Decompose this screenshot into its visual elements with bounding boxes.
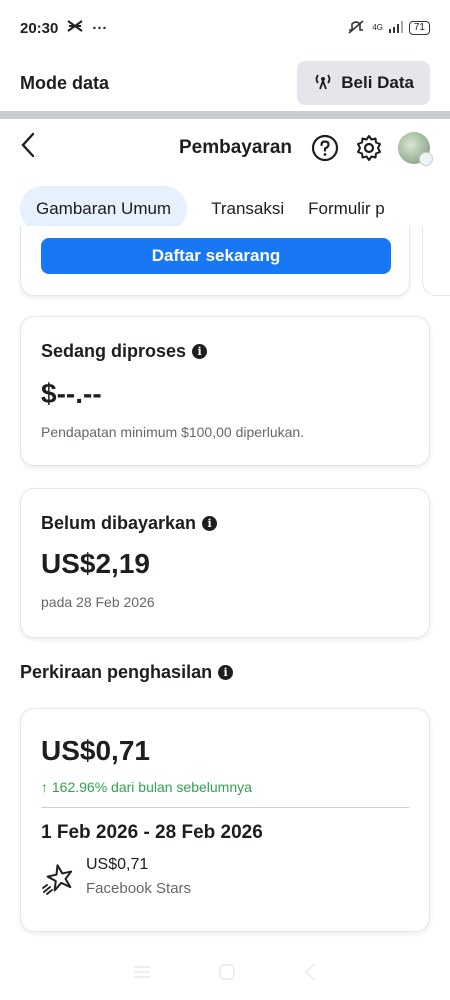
processing-title-row: Sedang diproses i [41, 341, 409, 362]
estimate-period: 1 Feb 2026 - 28 Feb 2026 [41, 822, 263, 843]
estimate-section-title-row: Perkiraan penghasilan i [20, 662, 234, 683]
processing-note: Pendapatan minimum $100,00 diperlukan. [41, 424, 305, 440]
next-card-edge [422, 226, 450, 296]
gear-icon[interactable] [354, 133, 384, 163]
signal-icon [388, 20, 403, 36]
network-type: 4G [372, 23, 383, 32]
more-notifications-icon: ··· [92, 19, 108, 37]
estimate-card: US$0,71 ↑ 162.96% dari bulan sebelumnya … [20, 708, 430, 932]
unpaid-title-row: Belum dibayarkan i [41, 513, 409, 534]
info-icon[interactable]: i [192, 344, 208, 359]
stars-amount: US$0,71 [86, 856, 149, 873]
processing-title: Sedang diproses [41, 341, 187, 361]
stars-label: Facebook Stars [86, 880, 192, 897]
signup-button[interactable]: Daftar sekarang [41, 238, 391, 274]
page-title: Pembayaran [178, 137, 292, 158]
stars-details: US$0,71 Facebook Stars [86, 856, 191, 897]
info-icon[interactable]: i [202, 516, 218, 531]
data-mode-title: Mode data [20, 72, 110, 93]
nav-back-icon[interactable] [302, 962, 318, 992]
processing-amount: $--.-- [41, 378, 102, 409]
broadcast-icon [313, 72, 333, 95]
nav-menu-icon[interactable] [132, 962, 152, 992]
unpaid-title: Belum dibayarkan [41, 513, 197, 533]
system-nav-bar [0, 962, 450, 992]
data-mode-bar: Mode data Beli Data [0, 56, 450, 110]
unpaid-date: pada 28 Feb 2026 [41, 594, 155, 610]
divider [0, 111, 450, 119]
status-bar: 20:30 ··· 4G 71 [0, 0, 450, 56]
avatar[interactable] [398, 132, 433, 166]
unpaid-card: Belum dibayarkan i US$2,19 pada 28 Feb 2… [20, 488, 430, 638]
mute-icon [346, 19, 366, 38]
estimate-section-title: Perkiraan penghasilan [20, 662, 213, 682]
unpaid-amount: US$2,19 [41, 548, 150, 579]
clock: 20:30 [20, 19, 59, 37]
buy-data-label: Beli Data [341, 73, 414, 92]
battery-icon: 71 [408, 21, 430, 35]
divider [41, 807, 409, 808]
back-icon[interactable] [20, 132, 36, 164]
page-header: Pembayaran [0, 124, 450, 172]
info-icon[interactable]: i [218, 665, 234, 680]
help-icon[interactable] [310, 133, 340, 163]
nav-home-icon[interactable] [217, 962, 237, 992]
notification-icon [66, 19, 84, 37]
buy-data-button[interactable]: Beli Data [297, 61, 430, 105]
stars-row: US$0,71 Facebook Stars [41, 856, 409, 897]
signup-card: Daftar sekarang [20, 226, 410, 296]
growth-indicator: ↑ 162.96% dari bulan sebelumnya [41, 779, 252, 795]
processing-card: Sedang diproses i $--.-- Pendapatan mini… [20, 316, 430, 466]
estimate-amount: US$0,71 [41, 735, 150, 766]
stars-icon [41, 862, 75, 896]
